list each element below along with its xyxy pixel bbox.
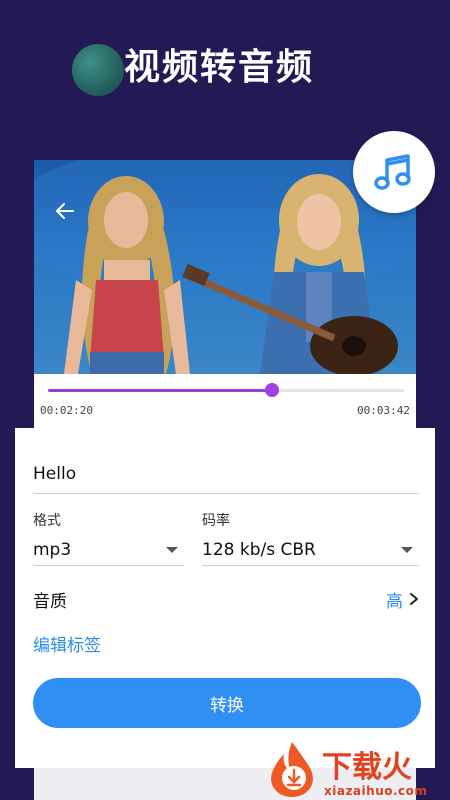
audio-mode-button[interactable] <box>353 131 435 213</box>
back-arrow-icon <box>56 203 74 219</box>
file-name-input[interactable]: Hello <box>33 462 419 494</box>
playback-progress: 00:02:20 00:03:42 <box>34 374 416 428</box>
conversion-settings-panel: Hello 格式 码率 mp3 128 kb/s CBR 音质 高 编辑标签 转… <box>15 428 435 768</box>
quality-row[interactable]: 音质 高 <box>33 586 419 612</box>
edit-tags-link[interactable]: 编辑标签 <box>33 631 101 656</box>
music-note-icon <box>374 154 411 190</box>
progress-handle[interactable] <box>265 383 280 397</box>
dropdown-caret-icon <box>401 546 413 553</box>
watermark-logo: 下载火 xiazaihuo.com <box>264 740 450 800</box>
bitrate-label: 码率 <box>202 513 230 529</box>
flame-logo-icon <box>271 742 313 797</box>
quality-value: 高 <box>386 591 403 612</box>
video-card: 00:02:20 00:03:42 <box>34 160 416 428</box>
format-select[interactable]: mp3 <box>33 534 184 566</box>
page-title: 视频转音频 <box>124 47 315 88</box>
format-value: mp3 <box>33 539 72 560</box>
progress-track[interactable] <box>48 389 404 392</box>
back-button[interactable] <box>50 196 80 226</box>
watermark-brand: 下载火 <box>322 750 412 785</box>
decorative-orb <box>72 44 124 96</box>
quality-selector[interactable]: 高 <box>386 587 419 612</box>
convert-button[interactable]: 转换 <box>33 678 421 728</box>
current-time: 00:02:20 <box>40 404 93 417</box>
format-label: 格式 <box>33 513 61 529</box>
watermark-site: xiazaihuo.com <box>324 784 428 798</box>
chevron-right-icon <box>410 593 418 605</box>
total-time: 00:03:42 <box>357 404 410 417</box>
bitrate-select[interactable]: 128 kb/s CBR <box>202 534 419 566</box>
dropdown-caret-icon <box>166 546 178 553</box>
quality-label: 音质 <box>33 591 67 612</box>
progress-fill <box>48 389 273 392</box>
bitrate-value: 128 kb/s CBR <box>202 539 316 560</box>
